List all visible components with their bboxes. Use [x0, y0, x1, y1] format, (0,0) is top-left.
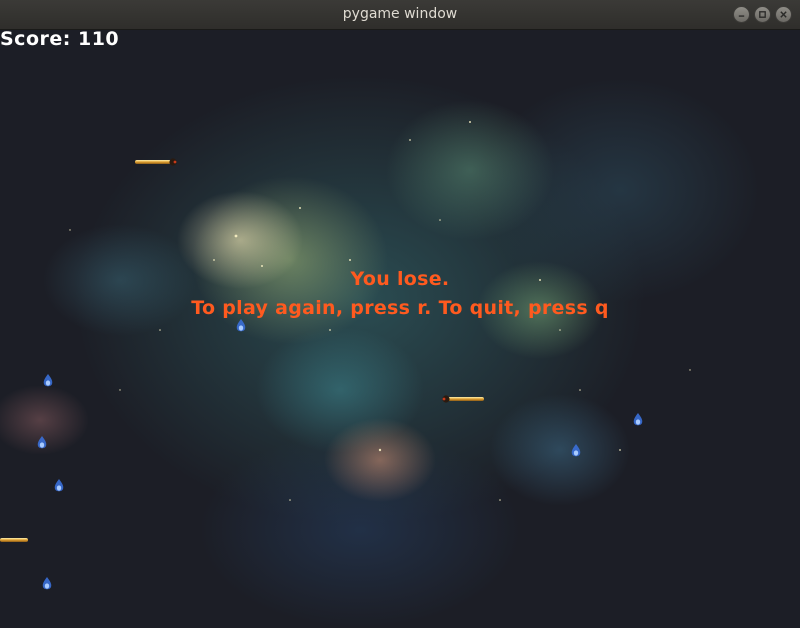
blue-flame-enemy-sprite	[54, 479, 64, 492]
pygame-window: pygame window Score: 110 You lose. To pl…	[0, 0, 800, 628]
blue-flame-enemy-sprite	[236, 319, 246, 332]
blue-flame-enemy-sprite	[37, 436, 47, 449]
restart-instructions: To play again, press r. To quit, press q	[191, 297, 609, 319]
window-controls	[733, 6, 792, 23]
maximize-icon	[759, 11, 766, 18]
close-icon	[780, 11, 787, 18]
title-bar[interactable]: pygame window	[0, 0, 800, 30]
blue-flame-enemy-sprite	[42, 577, 52, 590]
missile-sprite	[135, 158, 177, 166]
blue-flame-enemy-sprite	[633, 413, 643, 426]
blue-flame-enemy-sprite	[571, 444, 581, 457]
minimize-icon	[738, 15, 745, 17]
starfield	[69, 121, 691, 501]
blue-flame-enemy-sprite	[43, 374, 53, 387]
minimize-button[interactable]	[733, 6, 750, 23]
missile-sprite	[0, 538, 28, 542]
score-display: Score: 110	[0, 30, 120, 50]
maximize-button[interactable]	[754, 6, 771, 23]
lose-message: You lose.	[350, 268, 450, 290]
missile-sprite	[442, 395, 484, 403]
game-canvas[interactable]: Score: 110 You lose. To play again, pres…	[0, 30, 800, 628]
close-button[interactable]	[775, 6, 792, 23]
window-title: pygame window	[342, 6, 458, 22]
